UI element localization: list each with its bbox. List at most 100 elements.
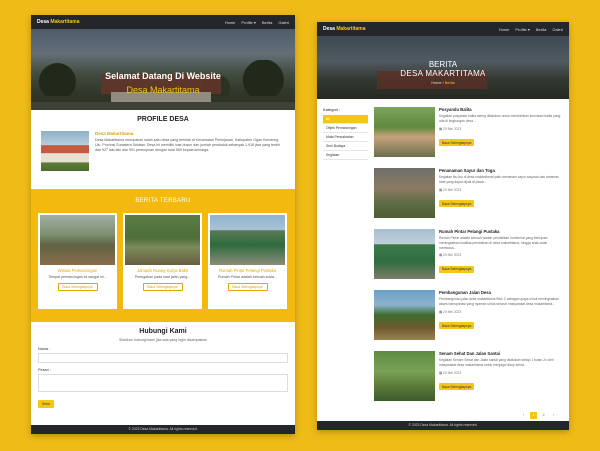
category-sidebar: Kategori : All Objek Pemancingan Mata Pe… xyxy=(323,107,368,419)
message-label: Pesan : xyxy=(38,368,51,372)
category-list: All Objek Pemancingan Mata Pencaharian S… xyxy=(323,115,368,160)
news-card-title: Rumah Pintar Pelangi Pustaka xyxy=(218,268,277,273)
news-item-image xyxy=(374,290,435,340)
news-item-image xyxy=(374,168,435,218)
news-body: Kategori : All Objek Pemancingan Mata Pe… xyxy=(317,99,569,419)
profile-name: Desa Makartitama xyxy=(95,131,134,136)
news-item-title[interactable]: Posyandu Balita xyxy=(439,107,563,112)
news-item-date-text: 20 Mei 2023 xyxy=(443,126,462,131)
contact-title: Hubungi Kami xyxy=(139,328,187,335)
pagination-next[interactable]: › xyxy=(550,412,557,419)
brand-logo[interactable]: Desa Makartitama xyxy=(323,26,366,32)
news-card: Rumah Pintar Pelangi Pustaka Rumah Pinta… xyxy=(208,213,287,309)
news-item-title[interactable]: Penanaman Sayur dan Toga xyxy=(439,168,563,173)
news-item-text: Kegiatan ibu-ibu di desa makartitama yai… xyxy=(439,175,559,184)
name-field[interactable] xyxy=(38,353,288,363)
pagination-page-1[interactable]: 1 xyxy=(530,412,537,419)
nav-profile[interactable]: Profile ▾ xyxy=(515,27,529,32)
news-item-date: ▦ 20 Mei 2023 xyxy=(439,310,563,314)
brand-second: Makartitama xyxy=(336,26,366,32)
news-list-item: Penanaman Sayur dan Toga Kegiatan ibu-ib… xyxy=(374,168,563,224)
hero-banner: Selamat Datang Di Website Desa Makartita… xyxy=(31,29,295,110)
pagination: ‹ 1 2 › xyxy=(374,412,563,419)
nav-links: Home Profile ▾ Berita Galeri xyxy=(225,20,289,25)
news-item-date: ▦ 20 Mei 2023 xyxy=(439,188,563,192)
read-more-button[interactable]: Baca Selengkapnya xyxy=(439,139,475,147)
news-list: Posyandu Balita Kegiatan posyandu balita… xyxy=(374,107,563,419)
category-title: Kategori : xyxy=(323,107,341,112)
pagination-prev[interactable]: ‹ xyxy=(520,412,527,419)
brand-first: Desa xyxy=(323,26,335,32)
category-item-kegiatan[interactable]: Kegiatan xyxy=(323,151,368,160)
nav-home[interactable]: Home xyxy=(225,20,236,25)
news-item-info: Pembangunan Jalan Desa Pembangunan jalan… xyxy=(439,290,563,346)
brand-logo[interactable]: Desa Makartitama xyxy=(37,19,80,25)
hero-title: Selamat Datang Di Website xyxy=(105,71,221,81)
profile-text: Desa Makartitama merupakan salah satu de… xyxy=(95,138,280,153)
profile-row: Desa Makartitama Desa Makartitama merupa… xyxy=(41,131,285,171)
read-more-button[interactable]: Baca Selengkapnya xyxy=(439,265,475,273)
footer: © 2023 Desa Makartitama. All rights rese… xyxy=(31,425,295,434)
news-list-item: Posyandu Balita Kegiatan posyandu balita… xyxy=(374,107,563,163)
news-card: Jamaah Ruang Karya Bakti Pertugakan pada… xyxy=(123,213,202,309)
profile-section: PROFILE DESA Desa Makartitama Desa Makar… xyxy=(31,110,295,189)
news-card-title: Jamaah Ruang Karya Bakti xyxy=(137,268,188,273)
nav-profile[interactable]: Profile ▾ xyxy=(241,20,255,25)
news-item-title[interactable]: Senam Sehat Dan Jalan Santai xyxy=(439,351,563,356)
read-more-button[interactable]: Baca Selengkapnya xyxy=(142,283,183,292)
news-card-text: Rumah Pintar adalah sebuah sosia... xyxy=(218,275,277,280)
news-section: BERITA TERBARU Wisata Pemancingan Tempat… xyxy=(31,189,295,322)
news-card-image xyxy=(125,215,200,265)
nav-galeri[interactable]: Galeri xyxy=(552,27,563,32)
contact-subtitle: Silahkan hubungi kami jika ada yang ingi… xyxy=(118,338,208,342)
profile-body: Desa Makartitama Desa Makartitama merupa… xyxy=(95,131,285,171)
news-item-text: Rumah Pintar adalah sebuah wadah pendidi… xyxy=(439,236,548,250)
pagination-page-2[interactable]: 2 xyxy=(540,412,547,419)
category-item-seni-budaya[interactable]: Seni Budaya xyxy=(323,142,368,151)
hero-overlay xyxy=(31,29,295,110)
news-hero-subtitle: DESA MAKARTITAMA xyxy=(400,69,486,78)
news-list-item: Pembangunan Jalan Desa Pembangunan jalan… xyxy=(374,290,563,346)
read-more-button[interactable]: Baca Selengkapnya xyxy=(439,383,475,391)
news-item-title[interactable]: Rumah Pintar Pelangi Pustaka xyxy=(439,229,563,234)
news-item-title[interactable]: Pembangunan Jalan Desa xyxy=(439,290,563,295)
news-card: Wisata Pemancingan Tempat pemancingan in… xyxy=(38,213,117,309)
news-card-image xyxy=(40,215,115,265)
nav-berita[interactable]: Berita xyxy=(536,27,546,32)
news-item-text: Kegiatan Senam Sehat dan Jalan santai ya… xyxy=(439,358,554,367)
navbar: Desa Makartitama Home Profile ▾ Berita G… xyxy=(31,15,295,29)
read-more-button[interactable]: Baca Selengkapnya xyxy=(439,322,475,330)
navbar: Desa Makartitama Home Profile ▾ Berita G… xyxy=(317,22,569,36)
nav-home[interactable]: Home xyxy=(499,27,510,32)
profile-image xyxy=(41,131,89,171)
read-more-button[interactable]: Baca Selengkapnya xyxy=(57,283,98,292)
news-card-text: Pertugakan pada saat jalan yang... xyxy=(134,275,191,280)
read-more-button[interactable]: Baca Selengkapnya xyxy=(439,200,475,208)
send-button[interactable]: Kirim xyxy=(38,400,55,408)
news-item-text: Pembangunan jalan desa makartitama Blok … xyxy=(439,297,559,306)
nav-links: Home Profile ▾ Berita Galeri xyxy=(499,27,563,32)
breadcrumb-current: Berita xyxy=(444,81,455,85)
breadcrumb-home[interactable]: Home xyxy=(431,81,441,85)
news-item-image xyxy=(374,107,435,157)
hero-subtitle: Desa Makartitama xyxy=(126,85,200,95)
news-hero-banner: BERITA DESA MAKARTITAMA Home / Berita xyxy=(317,36,569,99)
news-item-info: Senam Sehat Dan Jalan Santai Kegiatan Se… xyxy=(439,351,563,407)
news-item-text: Kegiatan posyandu balita sering dilakuka… xyxy=(439,114,561,123)
news-item-date-text: 20 Mei 2023 xyxy=(443,370,462,375)
nav-berita[interactable]: Berita xyxy=(262,20,272,25)
nav-galeri[interactable]: Galeri xyxy=(278,20,289,25)
news-item-date: ▦ 20 Mei 2023 xyxy=(439,127,563,131)
home-page: Desa Makartitama Home Profile ▾ Berita G… xyxy=(31,15,295,434)
news-card-image xyxy=(210,215,285,265)
news-item-date: ▦ 20 Mei 2023 xyxy=(439,371,563,375)
brand-first: Desa xyxy=(37,19,49,25)
message-field[interactable] xyxy=(38,374,288,392)
news-item-info: Rumah Pintar Pelangi Pustaka Rumah Pinta… xyxy=(439,229,563,285)
category-item-pemancingan[interactable]: Objek Pemancingan xyxy=(323,124,368,133)
category-item-all[interactable]: All xyxy=(323,115,368,124)
contact-section: Hubungi Kami Silahkan hubungi kami jika … xyxy=(31,322,295,426)
read-more-button[interactable]: Baca Selengkapnya xyxy=(227,283,268,292)
category-item-mata-pencaharian[interactable]: Mata Pencaharian xyxy=(323,133,368,142)
news-hero-title: BERITA xyxy=(428,60,458,69)
